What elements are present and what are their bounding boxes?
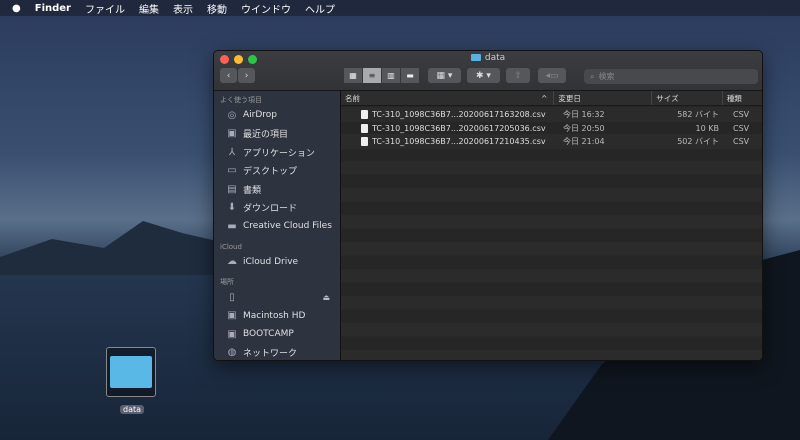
finder-window: data ‹ › ▦ ≡ ▥ ▬ ▦ ▾ ✱ ▾ ⇧ ◂▭ ⌕ 検索 よく使う項目…	[213, 50, 763, 361]
column-view-button[interactable]: ▥	[382, 68, 400, 83]
file-date: 今日 20:50	[563, 123, 605, 133]
disk-icon: ▣	[227, 328, 237, 340]
sidebar-item-device[interactable]: ▯ ⏏	[214, 288, 340, 307]
favorites-header: よく使う項目	[220, 96, 262, 104]
applications-icon: ⅄	[228, 146, 236, 158]
sidebar-item-label: AirDrop	[243, 110, 278, 121]
sidebar-item-applications[interactable]: ⅄ アプリケーション	[214, 143, 340, 162]
menu-go[interactable]: 移動	[207, 1, 227, 16]
column-name[interactable]: 名前 ^	[341, 91, 555, 105]
menu-finder[interactable]: Finder	[35, 3, 71, 14]
menu-file[interactable]: ファイル	[85, 1, 125, 16]
sidebar-item-documents[interactable]: ▤ 書類	[214, 180, 340, 199]
toolbar: data ‹ › ▦ ≡ ▥ ▬ ▦ ▾ ✱ ▾ ⇧ ◂▭ ⌕ 検索	[214, 51, 762, 91]
window-title: data	[214, 53, 762, 63]
sidebar-item-label: BOOTCAMP	[243, 329, 294, 340]
desktop-folder-data[interactable]: data	[106, 347, 158, 416]
menu-bar: ● Finder ファイル 編集 表示 移動 ウインドウ ヘルプ	[0, 0, 800, 16]
file-name-cell: TC-310_1098C36B7...20200617210435.csv	[341, 137, 559, 147]
file-size: 502 バイト	[677, 137, 719, 147]
list-view-button[interactable]: ≡	[363, 68, 381, 83]
csv-file-icon	[361, 110, 368, 120]
sidebar-item-downloads[interactable]: ⬇ ダウンロード	[214, 199, 340, 218]
sidebar-item-icloud-drive[interactable]: ☁ iCloud Drive	[214, 253, 340, 272]
folder-icon	[110, 356, 152, 388]
column-date[interactable]: 変更日	[554, 91, 653, 105]
column-kind[interactable]: 種類	[723, 91, 762, 105]
window-title-text: data	[484, 53, 506, 63]
sidebar-item-label: Creative Cloud Files	[243, 221, 332, 232]
file-kind: CSV書類	[733, 137, 749, 147]
eject-icon[interactable]: ⏏	[322, 293, 330, 302]
file-kind: CSV書類	[733, 110, 749, 120]
share-button[interactable]: ⇧	[506, 68, 530, 83]
documents-icon: ▤	[227, 183, 237, 195]
folder-icon	[470, 54, 481, 61]
sidebar-item-network[interactable]: ◍ ネットワーク	[214, 344, 340, 361]
sidebar-item-recents[interactable]: ▣ 最近の項目	[214, 125, 340, 144]
sidebar-item-desktop[interactable]: ▭ デスクトップ	[214, 162, 340, 181]
sidebar-item-label: アプリケーション	[243, 148, 315, 159]
tag-button[interactable]: ◂▭	[538, 68, 566, 83]
action-gear-button[interactable]: ✱ ▾	[467, 68, 500, 83]
file-name-cell: TC-310_1098C36B7...20200617205036.csv	[341, 123, 559, 133]
file-name-cell: TC-310_1098C36B7...20200617163208.csv	[341, 110, 559, 120]
locations-header: 場所	[220, 278, 234, 286]
airdrop-icon: ◎	[227, 109, 237, 121]
sidebar-item-label: デスクトップ	[243, 167, 298, 178]
phone-icon: ▯	[229, 291, 235, 303]
sidebar-item-label: Macintosh HD	[243, 310, 306, 321]
file-date: 今日 21:04	[563, 137, 605, 147]
file-row[interactable]: TC-310_1098C36B7...20200617163208.csv 今日 …	[341, 108, 762, 122]
icloud-header: iCloud	[220, 242, 242, 251]
sidebar-item-label: ダウンロード	[243, 204, 298, 215]
file-size: 582 バイト	[677, 110, 719, 120]
sidebar-item-label: 書類	[243, 185, 262, 196]
csv-file-icon	[361, 123, 368, 133]
file-name: TC-310_1098C36B7...20200617210435.csv	[372, 137, 546, 147]
sidebar-item-label: 最近の項目	[243, 130, 289, 141]
sidebar-item-macintosh-hd[interactable]: ▣ Macintosh HD	[214, 307, 340, 326]
disk-icon: ▣	[227, 310, 237, 322]
file-row[interactable]: TC-310_1098C36B7...20200617205036.csv 今日 …	[341, 122, 762, 136]
sidebar-item-label: ネットワーク	[243, 349, 298, 360]
search-icon: ⌕	[590, 71, 595, 81]
network-icon: ◍	[227, 347, 237, 359]
sidebar-item-creative-cloud[interactable]: ▬ Creative Cloud Files	[214, 217, 340, 236]
desktop-icon: ▭	[227, 165, 237, 177]
back-button[interactable]: ‹	[220, 68, 237, 83]
group-button[interactable]: ▦ ▾	[428, 68, 461, 83]
csv-file-icon	[361, 137, 368, 147]
downloads-icon: ⬇	[227, 202, 237, 214]
file-name: TC-310_1098C36B7...20200617163208.csv	[372, 110, 546, 120]
file-size: 10 KB	[695, 123, 719, 133]
forward-button[interactable]: ›	[238, 68, 255, 83]
desktop-folder-label: data	[119, 405, 145, 414]
menu-help[interactable]: ヘルプ	[305, 1, 335, 16]
file-row[interactable]: TC-310_1098C36B7...20200617210435.csv 今日 …	[341, 135, 762, 149]
sidebar-item-bootcamp[interactable]: ▣ BOOTCAMP	[214, 325, 340, 344]
recents-icon: ▣	[227, 128, 237, 140]
file-list: 名前 ^ 変更日 サイズ 種類 TC-310_1098C36B7...202006…	[341, 91, 762, 360]
column-size[interactable]: サイズ	[652, 91, 723, 105]
sidebar-item-label: iCloud Drive	[243, 256, 299, 267]
sidebar-item-airdrop[interactable]: ◎ AirDrop	[214, 106, 340, 125]
gallery-view-button[interactable]: ▬	[401, 68, 419, 83]
column-header: 名前 ^ 変更日 サイズ 種類	[341, 91, 762, 106]
search-placeholder: 検索	[598, 72, 615, 81]
search-input[interactable]: ⌕ 検索	[584, 69, 758, 84]
menu-edit[interactable]: 編集	[139, 1, 159, 16]
cloud-icon: ☁	[227, 256, 237, 268]
menu-view[interactable]: 表示	[173, 1, 193, 16]
file-date: 今日 16:32	[563, 110, 605, 120]
sidebar: よく使う項目 ◎ AirDrop ▣ 最近の項目 ⅄ アプリケーション ▭ デスクトップ…	[214, 91, 341, 360]
folder-icon: ▬	[227, 220, 237, 232]
menu-window[interactable]: ウインドウ	[241, 1, 291, 16]
file-kind: CSV書類	[733, 123, 749, 133]
file-name: TC-310_1098C36B7...20200617205036.csv	[372, 123, 546, 133]
icon-view-button[interactable]: ▦	[344, 68, 362, 83]
apple-menu-icon[interactable]: ●	[12, 3, 21, 14]
column-label: 名前	[345, 93, 360, 103]
sort-ascending-icon: ^	[541, 93, 548, 103]
